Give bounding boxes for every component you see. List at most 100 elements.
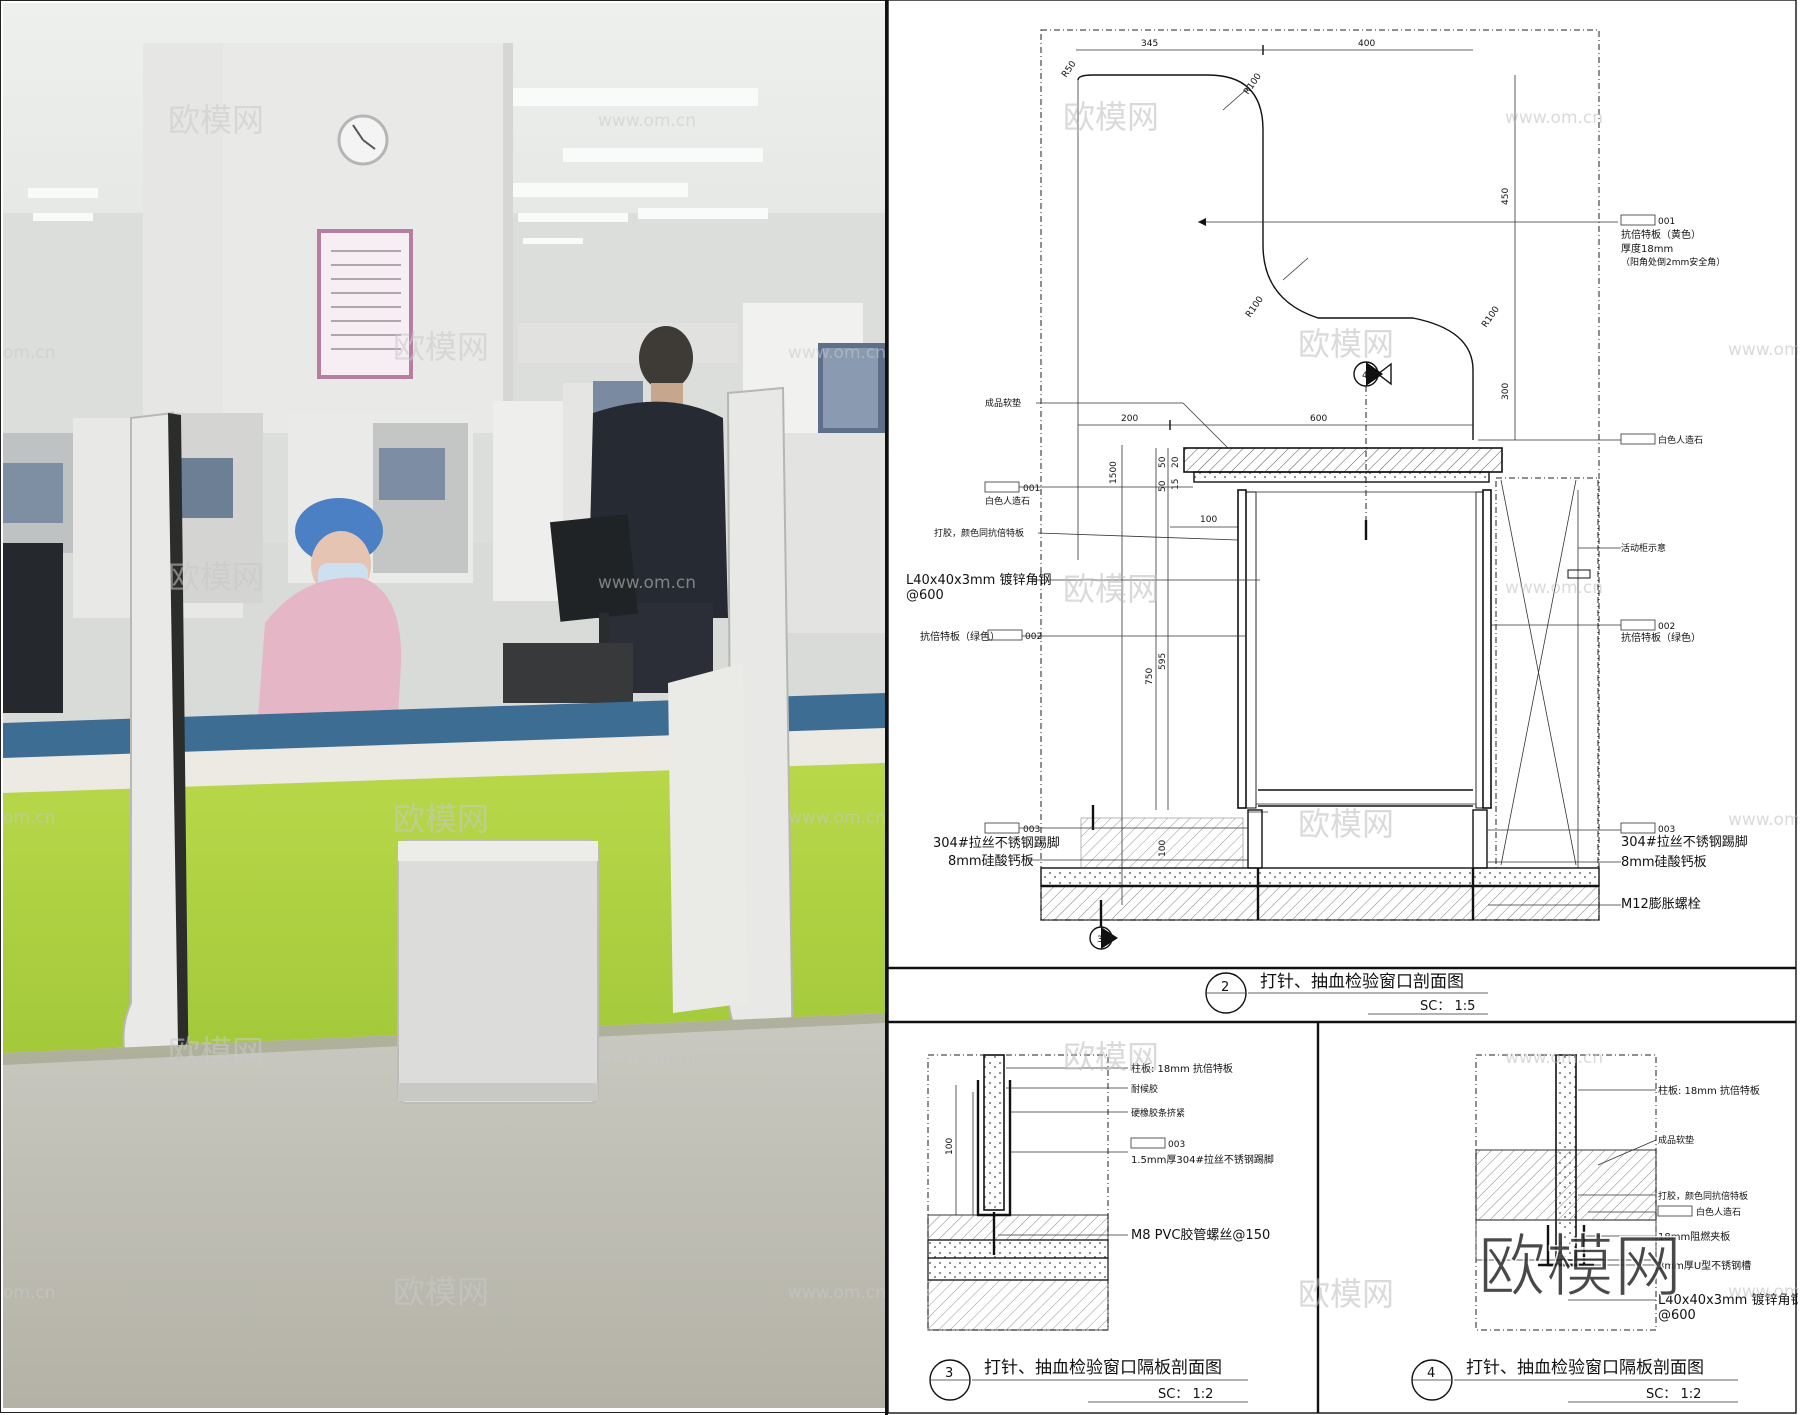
svg-text:抗倍特板（黄色）: 抗倍特板（黄色） (1621, 228, 1701, 241)
svg-text:白色人造石: 白色人造石 (1658, 434, 1703, 446)
svg-text:www.om.cn: www.om.cn (1505, 108, 1603, 128)
svg-text:www.om.cn: www.om.cn (788, 343, 885, 363)
svg-text:002: 002 (1658, 622, 1675, 632)
svg-text:20: 20 (1171, 456, 1181, 468)
dim-200: 200 (1121, 414, 1138, 424)
svg-text:欧模网: 欧模网 (1063, 570, 1159, 608)
svg-text:003: 003 (1658, 825, 1675, 835)
svg-text:3: 3 (945, 1366, 953, 1381)
svg-text:www.om.cn: www.om.cn (598, 573, 696, 593)
svg-text:003: 003 (1023, 825, 1040, 835)
svg-text:欧模网: 欧模网 (1298, 1275, 1394, 1313)
svg-text:（阳角处倒2mm安全角）: （阳角处倒2mm安全角） (1621, 256, 1725, 268)
watermark-large: 欧模网 (1478, 1228, 1682, 1307)
dim-450: 450 (1501, 188, 1511, 205)
dim-r100-b: R100 (1244, 295, 1266, 320)
svg-text:成品软垫: 成品软垫 (985, 397, 1021, 409)
svg-text:4: 4 (1427, 1366, 1435, 1381)
title-block-2: 2 打针、抽血检验窗口剖面图 SC： 1:5 (1205, 972, 1488, 1015)
dim-w100: 100 (1200, 515, 1217, 525)
svg-text:@600: @600 (906, 588, 944, 603)
svg-text:3: 3 (1097, 935, 1103, 945)
svg-text:欧模网: 欧模网 (393, 328, 489, 366)
svg-text:www.om.cn: www.om.cn (1505, 578, 1603, 598)
scale-3: SC： 1:2 (1158, 1387, 1213, 1402)
dim-300: 300 (1501, 383, 1511, 400)
svg-text:白色人造石: 白色人造石 (985, 495, 1030, 507)
svg-text:www.om.cn: www.om.cn (1505, 1048, 1603, 1068)
svg-text:15: 15 (1171, 479, 1181, 490)
svg-text:www.om.cn: www.om.cn (598, 1048, 696, 1068)
panel-left (1237, 489, 1247, 809)
dim-400: 400 (1358, 39, 1375, 49)
waste-bin (397, 840, 599, 1104)
svg-text:304#拉丝不锈钢踢脚: 304#拉丝不锈钢踢脚 (1621, 834, 1748, 850)
floor-screed (1040, 867, 1600, 887)
drawing-watermarks: 欧模网 www.om.cn 欧模网 www.om.cn 欧模网 www.om.c… (1063, 98, 1798, 1313)
svg-text:www.om.cn: www.om.cn (598, 111, 696, 131)
dim-100-s3: 100 (945, 1138, 955, 1155)
svg-text:抗倍特板（绿色）: 抗倍特板（绿色） (1621, 631, 1701, 644)
svg-text:002: 002 (1025, 632, 1042, 642)
svg-text:2: 2 (1221, 980, 1229, 995)
svg-text:欧模网: 欧模网 (1298, 805, 1394, 843)
svg-text:om.cn: om.cn (3, 343, 56, 363)
svg-text:www.om.cn: www.om.cn (788, 1283, 885, 1303)
svg-text:M8 PVC胶管螺丝@150: M8 PVC胶管螺丝@150 (1131, 1227, 1270, 1243)
svg-text:1.5mm厚304#拉丝不锈钢踢脚: 1.5mm厚304#拉丝不锈钢踢脚 (1131, 1153, 1274, 1166)
dim-600: 600 (1310, 414, 1327, 424)
dim-345: 345 (1141, 39, 1158, 49)
svg-text:硬橡胶条挤紧: 硬橡胶条挤紧 (1131, 1107, 1185, 1119)
svg-text:001: 001 (1658, 217, 1675, 227)
svg-text:M12膨胀螺栓: M12膨胀螺栓 (1621, 897, 1701, 912)
floor-slab (1040, 885, 1600, 921)
svg-text:om.cn: om.cn (3, 808, 56, 828)
dim-750: 750 (1145, 668, 1155, 685)
section-marker-3: 3 (1089, 926, 1118, 950)
panel-right (1482, 489, 1492, 809)
svg-text:打胶，颜色同抗倍特板: 打胶，颜色同抗倍特板 (934, 527, 1024, 539)
svg-text:50: 50 (1158, 480, 1168, 492)
drawing-sheet: .ln{stroke:#111;stroke-width:1.4;fill:no… (888, 0, 1798, 1415)
section-3-drawing: 100 柱板: 18mm 抗倍特板 耐候胶 硬橡胶条挤紧 003 1.5mm厚3… (927, 1054, 1274, 1331)
svg-text:om.cn: om.cn (3, 1283, 56, 1303)
svg-text:www.om.cn: www.om.cn (1728, 1282, 1798, 1302)
section-marker-4: 4 (1353, 361, 1392, 387)
svg-text:8mm硅酸钙板: 8mm硅酸钙板 (948, 854, 1034, 869)
svg-text:欧模网: 欧模网 (393, 1273, 489, 1311)
svg-text:@600: @600 (1658, 1308, 1696, 1323)
labels-right: 001 抗倍特板（黄色） 厚度18mm （阳角处倒2mm安全角） 白色人造石 活… (1478, 214, 1748, 912)
svg-text:欧模网: 欧模网 (1063, 1038, 1159, 1076)
dim-1500: 1500 (1109, 461, 1119, 484)
svg-text:厚度18mm: 厚度18mm (1621, 242, 1673, 255)
svg-text:www.om.cn: www.om.cn (1728, 340, 1798, 360)
svg-text:欧模网: 欧模网 (1298, 325, 1394, 363)
svg-text:50: 50 (1158, 456, 1168, 468)
scale-2: SC： 1:5 (1420, 999, 1475, 1014)
svg-text:001: 001 (1023, 484, 1040, 494)
title-block-4: 4 打针、抽血检验窗口隔板剖面图 SC： 1:2 (1411, 1358, 1738, 1403)
svg-text:柱板: 18mm 抗倍特板: 柱板: 18mm 抗倍特板 (1658, 1084, 1760, 1097)
svg-text:白色人造石: 白色人造石 (1696, 1206, 1741, 1218)
svg-text:www.om.cn: www.om.cn (788, 808, 885, 828)
svg-text:4: 4 (1362, 371, 1368, 381)
counter-stone (1193, 471, 1490, 483)
title-block-3: 3 打针、抽血检验窗口隔板剖面图 SC： 1:2 (929, 1358, 1248, 1403)
counter-top-pad (1183, 447, 1503, 473)
svg-text:欧模网: 欧模网 (168, 101, 264, 139)
svg-text:L40x40x3mm 镀锌角钢: L40x40x3mm 镀锌角钢 (906, 572, 1051, 588)
dim-595: 595 (1158, 653, 1168, 670)
svg-text:欧模网: 欧模网 (168, 558, 264, 596)
svg-text:成品软垫: 成品软垫 (1658, 1134, 1694, 1146)
svg-text:www.om.cn: www.om.cn (1728, 810, 1798, 830)
svg-text:打胶，颜色同抗倍特板: 打胶，颜色同抗倍特板 (1658, 1190, 1748, 1202)
reference-photo: 欧模网 www.om.cn om.cn 欧模网 www.om.cn 欧模网 ww… (3, 3, 885, 1408)
monitor-left (3, 543, 63, 713)
svg-text:欧模网: 欧模网 (168, 1033, 264, 1071)
dim-r100-c: R100 (1480, 305, 1502, 330)
svg-text:耐候胶: 耐候胶 (1131, 1083, 1158, 1095)
title-4: 打针、抽血检验窗口隔板剖面图 (1466, 1358, 1704, 1378)
svg-text:003: 003 (1168, 1140, 1185, 1150)
svg-text:304#拉丝不锈钢踢脚: 304#拉丝不锈钢踢脚 (933, 835, 1060, 851)
svg-text:8mm硅酸钙板: 8mm硅酸钙板 (1621, 855, 1707, 870)
